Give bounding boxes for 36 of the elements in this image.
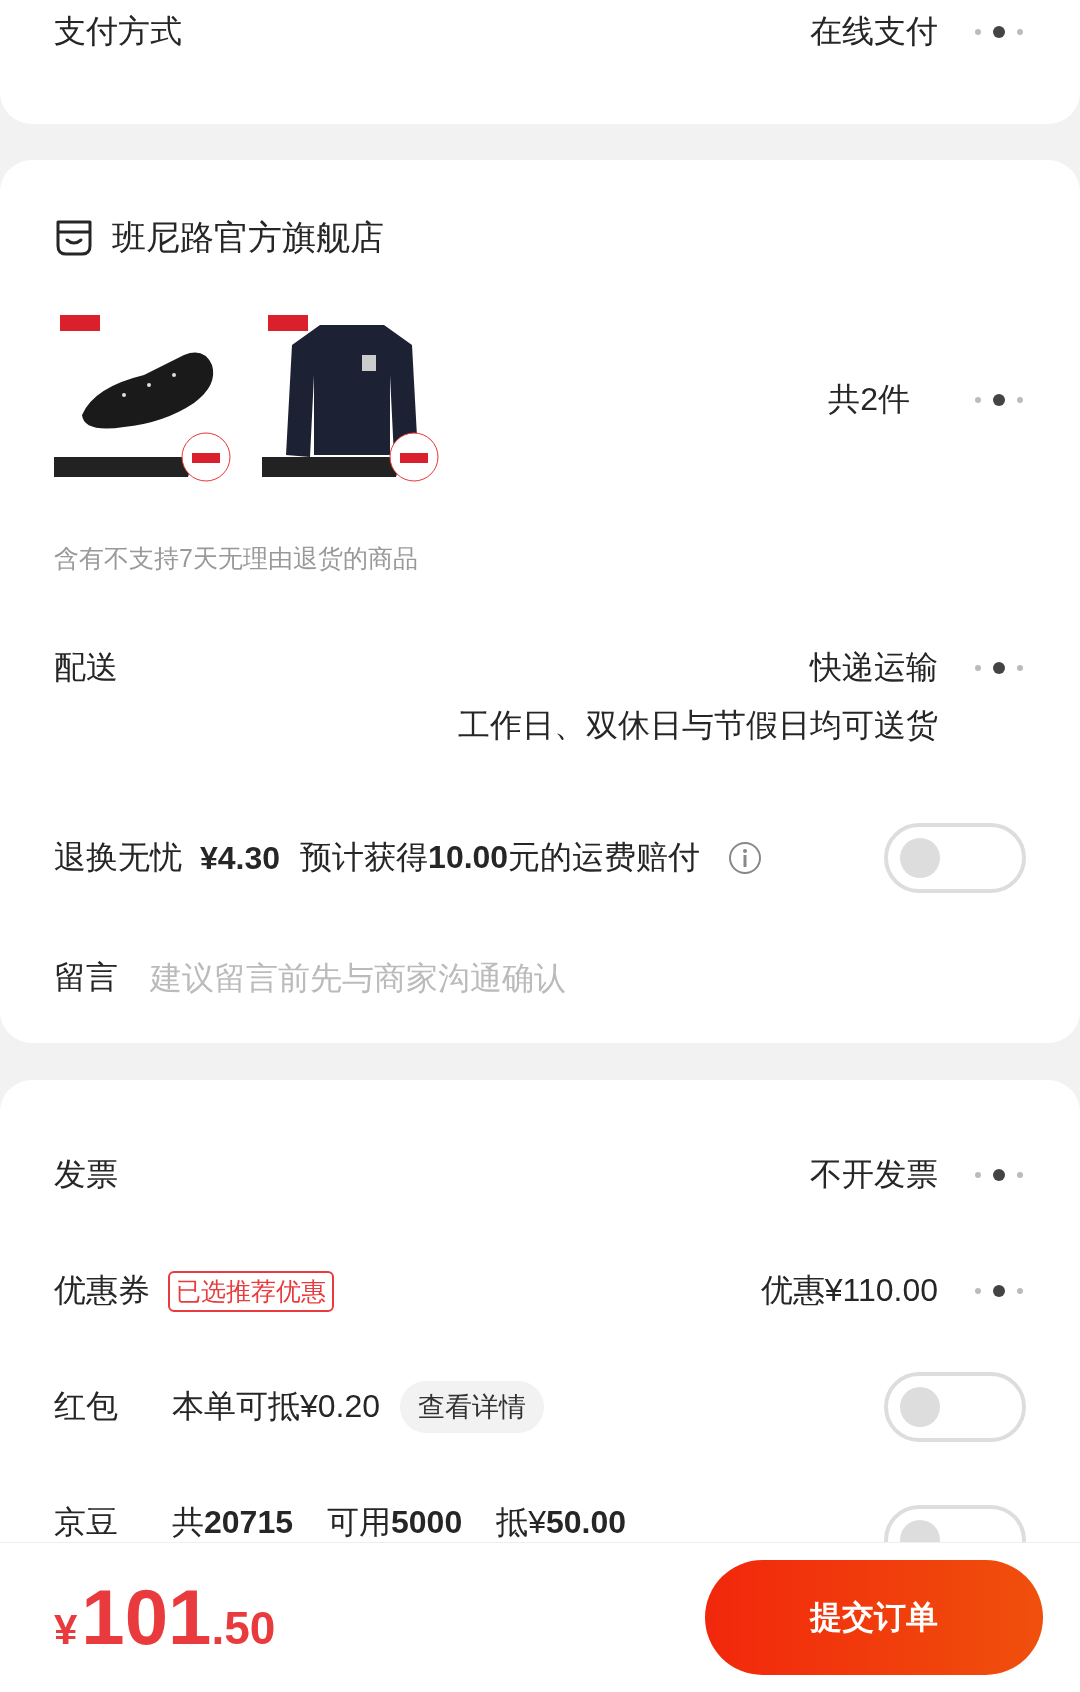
- row-label: 留言: [54, 958, 118, 997]
- row-label: 红包: [54, 1387, 118, 1426]
- beans-deduction: 抵¥50.00: [496, 1503, 627, 1542]
- shop-icon: [54, 218, 94, 258]
- row-value: 优惠¥110.00: [760, 1271, 938, 1310]
- more-icon[interactable]: [972, 1285, 1026, 1297]
- item-count: 共2件: [828, 380, 910, 419]
- row-label: 优惠券: [54, 1271, 150, 1310]
- delivery-detail: 工作日、双休日与节假日均可送货: [458, 707, 938, 743]
- deduction-amount: 本单可抵¥0.20: [172, 1387, 381, 1426]
- info-icon[interactable]: [728, 841, 763, 875]
- more-icon[interactable]: [972, 26, 1026, 38]
- row-label: 退换无忧: [54, 838, 182, 877]
- row-label: 京豆: [54, 1503, 118, 1542]
- row-label: 发票: [54, 1155, 118, 1194]
- beans-total: 共20715: [172, 1503, 293, 1542]
- row-label: 支付方式: [54, 12, 182, 51]
- row-value: 快递运输: [810, 648, 938, 687]
- row-value: 不开发票: [810, 1155, 938, 1194]
- currency-symbol: ¥: [54, 1606, 78, 1654]
- beans-usable: 可用5000: [327, 1503, 463, 1542]
- more-icon[interactable]: [972, 1169, 1026, 1181]
- insurance-description: 预计获得10.00元的运费赔付: [300, 838, 701, 877]
- return-notice: 含有不支持7天无理由退货的商品: [54, 543, 419, 574]
- row-label: 配送: [54, 648, 118, 687]
- total-price: 101: [81, 1572, 212, 1663]
- insurance-price: ¥4.30: [200, 839, 281, 877]
- row-value: 在线支付: [810, 12, 938, 51]
- more-icon[interactable]: [972, 394, 1026, 406]
- submit-order-button[interactable]: 提交订单: [705, 1560, 1043, 1675]
- details-button[interactable]: 查看详情: [400, 1381, 545, 1433]
- price-decimal: .50: [211, 1601, 276, 1655]
- store-name[interactable]: 班尼路官方旗舰店: [112, 215, 384, 261]
- more-icon[interactable]: [972, 662, 1026, 674]
- coupon-tag: 已选推荐优惠: [168, 1270, 334, 1312]
- message-field[interactable]: 建议留言前先与商家沟通确认: [148, 958, 1026, 998]
